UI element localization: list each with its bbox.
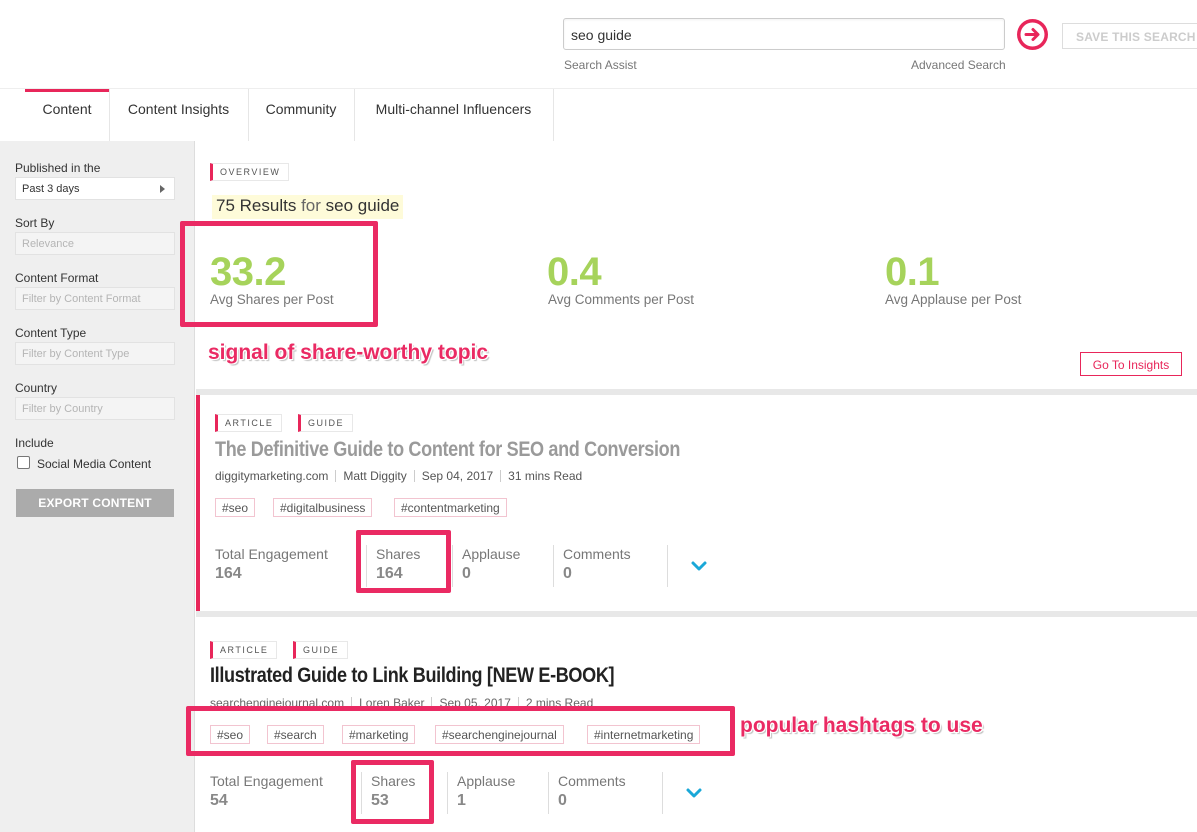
social-media-label: Social Media Content xyxy=(37,457,152,471)
content-format-filter[interactable]: Filter by Content Format xyxy=(15,287,175,310)
article-title[interactable]: Illustrated Guide to Link Building [NEW … xyxy=(210,664,615,688)
go-to-insights-button[interactable]: Go To Insights xyxy=(1080,352,1182,376)
caret-right-icon xyxy=(160,185,165,193)
section-divider xyxy=(196,611,1197,617)
annotation-hashtags: popular hashtags to use xyxy=(740,714,983,737)
article-meta: diggitymarketing.com Matt Diggity Sep 04, … xyxy=(215,469,582,483)
chevron-down-icon[interactable] xyxy=(685,787,703,799)
search-submit-button[interactable] xyxy=(1017,19,1048,50)
annotation-share-worthy: signal of share-worthy topic xyxy=(208,341,489,364)
section-divider xyxy=(196,389,1197,395)
hashtag[interactable]: #digitalbusiness xyxy=(273,498,373,517)
comments-value: 0 xyxy=(563,565,572,582)
metric-divider xyxy=(452,545,453,587)
save-search-button[interactable]: SAVE THIS SEARCH xyxy=(1062,23,1197,49)
sort-select[interactable]: Relevance xyxy=(15,232,175,255)
chevron-down-icon[interactable] xyxy=(690,560,708,572)
hashtag[interactable]: #seo xyxy=(215,498,256,517)
comments-label: Comments xyxy=(563,546,631,562)
metric-divider xyxy=(447,772,448,814)
card-accent-bar xyxy=(196,395,200,611)
tab-multi-channel-influencers[interactable]: Multi-channel Influencers xyxy=(354,89,553,141)
highlight-shares-1 xyxy=(356,530,451,593)
article-category-tag: GUIDE xyxy=(298,414,354,432)
comments-value: 0 xyxy=(558,792,567,809)
include-label: Include xyxy=(15,436,54,450)
results-query: seo guide xyxy=(325,196,400,215)
tab-divider xyxy=(553,89,554,141)
results-for: for xyxy=(301,196,321,215)
avg-comments-value: 0.4 xyxy=(547,250,602,294)
highlight-hashtags xyxy=(186,706,735,756)
comments-label: Comments xyxy=(558,773,626,789)
search-assist-link[interactable]: Search Assist xyxy=(564,58,637,72)
metric-divider xyxy=(667,545,668,587)
advanced-search-link[interactable]: Advanced Search xyxy=(911,58,1006,72)
overview-tag: OVERVIEW xyxy=(210,163,290,181)
metric-divider xyxy=(553,545,554,587)
published-select[interactable]: Past 3 days xyxy=(15,177,175,200)
article-date: Sep 04, 2017 xyxy=(421,469,494,483)
tab-community[interactable]: Community xyxy=(248,89,354,141)
search-input[interactable]: seo guide xyxy=(563,18,1005,50)
arrow-right-icon xyxy=(1020,22,1045,47)
country-filter[interactable]: Filter by Country xyxy=(15,397,175,420)
tab-bar: Content Content Insights Community Multi… xyxy=(0,88,1197,141)
article-source[interactable]: diggitymarketing.com xyxy=(215,469,328,483)
applause-label: Applause xyxy=(462,546,521,562)
total-engagement-label: Total Engagement xyxy=(210,773,323,789)
page: seo guide Search Assist Advanced Search … xyxy=(0,0,1197,832)
tab-content[interactable]: Content xyxy=(25,89,109,141)
tab-content-insights[interactable]: Content Insights xyxy=(109,89,248,141)
applause-label: Applause xyxy=(457,773,516,789)
highlight-avg-shares xyxy=(180,221,378,327)
published-value: Past 3 days xyxy=(22,183,80,195)
total-engagement-value: 164 xyxy=(215,565,242,582)
avg-applause-label: Avg Applause per Post xyxy=(885,292,1022,307)
content-type-filter[interactable]: Filter by Content Type xyxy=(15,342,175,365)
total-engagement-label: Total Engagement xyxy=(215,546,328,562)
metric-divider xyxy=(548,772,549,814)
social-media-checkbox[interactable] xyxy=(17,456,30,469)
applause-value: 1 xyxy=(457,792,466,809)
published-label: Published in the xyxy=(15,161,101,175)
article-author[interactable]: Matt Diggity xyxy=(343,469,406,483)
article-read-time: 31 mins Read xyxy=(508,469,583,483)
metric-divider xyxy=(662,772,663,814)
avg-applause-value: 0.1 xyxy=(885,250,940,294)
total-engagement-value: 54 xyxy=(210,792,228,809)
article-category-tag: GUIDE xyxy=(293,641,349,659)
hashtag[interactable]: #contentmarketing xyxy=(394,498,507,517)
article-title[interactable]: The Definitive Guide to Content for SEO … xyxy=(215,438,680,462)
article-type-tag: ARTICLE xyxy=(215,414,283,432)
filter-sidebar: Published in the Past 3 days Sort By Rel… xyxy=(0,141,195,832)
export-content-button[interactable]: EXPORT CONTENT xyxy=(16,489,174,517)
content-type-label: Content Type xyxy=(15,326,87,340)
avg-comments-label: Avg Comments per Post xyxy=(548,292,695,307)
results-summary: 75 Results for seo guide xyxy=(212,195,404,219)
content-format-label: Content Format xyxy=(15,271,99,285)
applause-value: 0 xyxy=(462,565,471,582)
country-label: Country xyxy=(15,381,58,395)
results-count: 75 Results xyxy=(216,196,297,215)
highlight-shares-2 xyxy=(351,760,434,824)
article-type-tag: ARTICLE xyxy=(210,641,278,659)
sort-label: Sort By xyxy=(15,216,55,230)
